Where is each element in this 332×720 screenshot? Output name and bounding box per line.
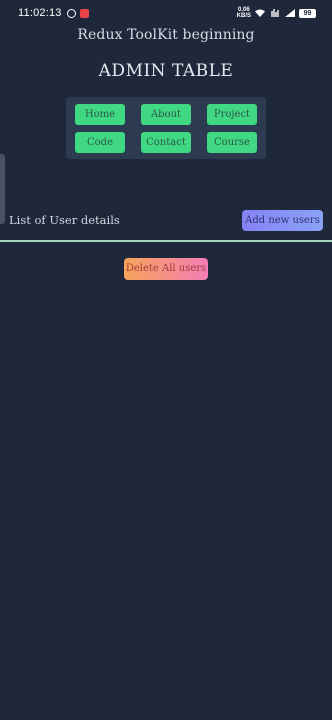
status-left-icons xyxy=(66,8,89,18)
delete-all-users-button[interactable]: Delete All users xyxy=(124,258,208,280)
net-speed: 0.06 KB/S xyxy=(237,7,251,19)
side-drawer-handle[interactable] xyxy=(0,154,5,224)
nav-code-button[interactable]: Code xyxy=(75,132,125,153)
whatsapp-icon xyxy=(66,8,76,18)
notification-icon xyxy=(79,8,89,18)
nav-project-button[interactable]: Project xyxy=(207,104,257,125)
battery-icon: 99 xyxy=(299,8,316,18)
page-title: ADMIN TABLE xyxy=(98,61,234,81)
user-list-label: List of User details xyxy=(9,213,120,227)
wifi-icon xyxy=(255,9,265,17)
section-divider xyxy=(0,240,332,242)
nav-about-button[interactable]: About xyxy=(141,104,191,125)
status-bar: 11:02:13 0.06 KB/S 99 xyxy=(0,0,332,26)
status-right: 0.06 KB/S 99 xyxy=(237,7,316,19)
app-heading: Redux ToolKit beginning xyxy=(77,27,255,43)
net-speed-unit: KB/S xyxy=(236,13,251,19)
nav-panel: Home About Project Code Contact Course xyxy=(66,97,266,159)
nav-contact-button[interactable]: Contact xyxy=(141,132,191,153)
volte-icon xyxy=(271,9,279,17)
signal-icon xyxy=(285,9,295,17)
nav-home-button[interactable]: Home xyxy=(75,104,125,125)
nav-course-button[interactable]: Course xyxy=(207,132,257,153)
add-new-users-button[interactable]: Add new users xyxy=(242,210,323,231)
status-time: 11:02:13 xyxy=(18,7,62,19)
